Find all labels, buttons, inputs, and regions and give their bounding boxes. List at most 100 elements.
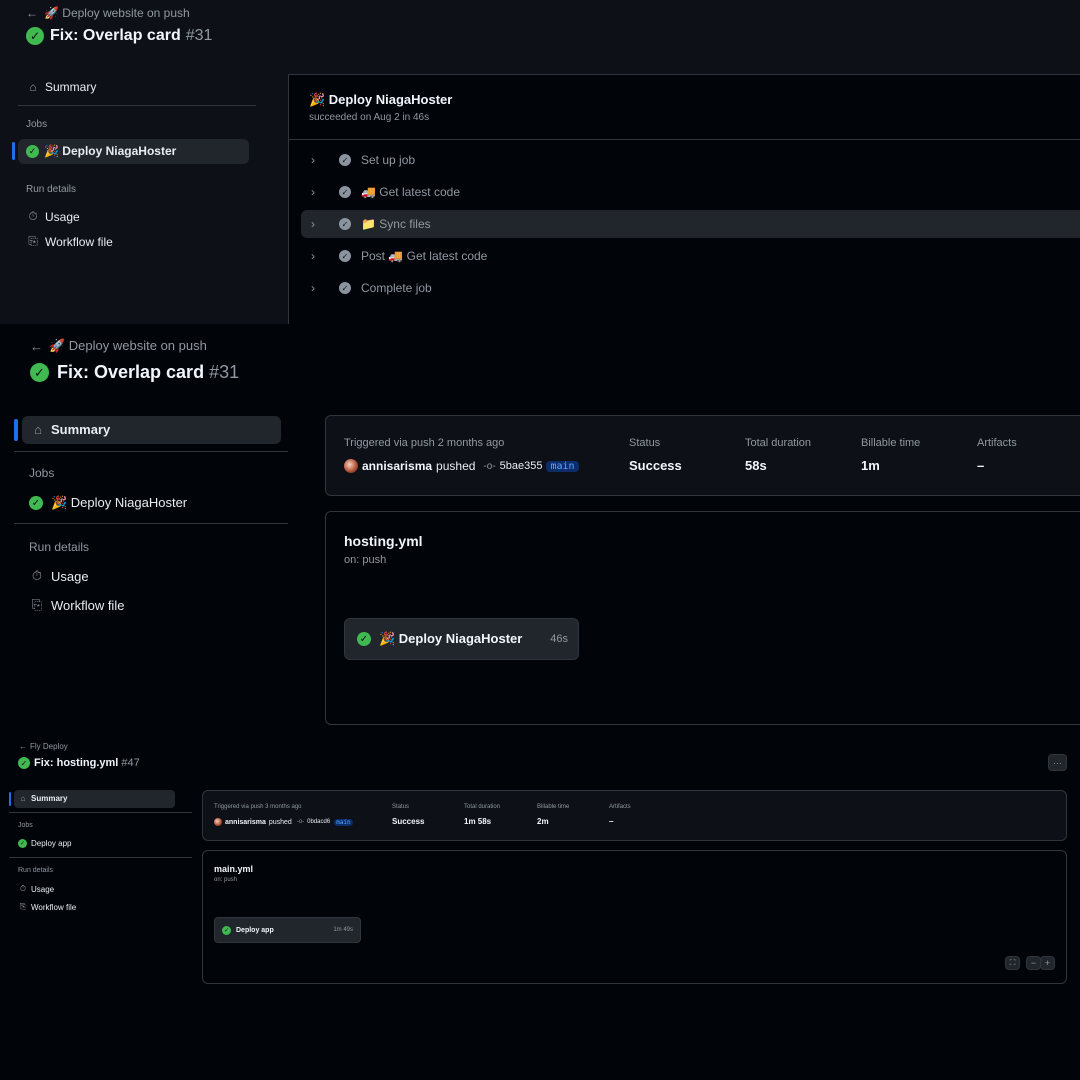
commit-sha[interactable]: 0bdacd6 <box>307 819 330 825</box>
sidebar-item-label: Usage <box>51 568 89 584</box>
sidebar-item-usage[interactable]: ⏱ Usage <box>26 209 80 224</box>
sidebar-item-label: Summary <box>45 80 97 94</box>
success-check-icon: ✓ <box>29 496 43 510</box>
sidebar-item-workflow-file[interactable]: ⎘ Workflow file <box>29 597 125 613</box>
artifacts-label: Artifacts <box>977 437 1017 449</box>
chevron-right-icon: › <box>311 185 315 199</box>
selected-indicator <box>9 792 11 806</box>
fullscreen-icon[interactable]: ⛶ <box>1005 956 1020 970</box>
sidebar-item-label: 🎉 Deploy NiagaHoster <box>44 144 177 158</box>
duration-value: 1m 58s <box>464 817 492 826</box>
sidebar-item-summary[interactable]: ⌂ Summary <box>26 80 96 94</box>
selected-indicator <box>12 142 15 160</box>
workflow-trigger: on: push <box>214 877 238 883</box>
jobs-heading: Jobs <box>29 466 55 480</box>
sidebar-item-job[interactable]: ✓ Deploy app <box>18 839 71 848</box>
chevron-right-icon: › <box>311 249 315 263</box>
success-check-icon: ✓ <box>30 363 49 382</box>
branch-badge[interactable]: main <box>334 818 353 826</box>
workflow-name: Fly Deploy <box>30 742 68 751</box>
success-check-icon: ✓ <box>357 632 371 646</box>
job-node-label: Deploy app <box>236 926 274 934</box>
job-log-panel: ← 🚀 Deploy website on push ✓ Fix: Overla… <box>0 0 1080 324</box>
sidebar-item-summary[interactable]: ⌂ Summary <box>18 794 68 803</box>
sidebar-item-label: Summary <box>51 422 111 437</box>
back-link[interactable]: ← 🚀 Deploy website on push <box>26 6 190 20</box>
more-options-button[interactable]: ··· <box>1048 754 1067 771</box>
success-check-icon: ✓ <box>222 925 231 935</box>
trigger-text: Triggered via push 2 months ago <box>344 437 505 449</box>
stopwatch-icon: ⏱ <box>28 209 38 223</box>
sidebar-item-summary[interactable]: ⌂ Summary <box>30 422 110 437</box>
sidebar-item-label: Usage <box>45 209 80 224</box>
duration-label: Total duration <box>464 804 501 810</box>
run-number: #31 <box>185 27 213 44</box>
username-link[interactable]: annisarisma <box>362 459 432 473</box>
sidebar-item-usage[interactable]: ⏱ Usage <box>18 884 54 894</box>
avatar[interactable] <box>214 818 222 826</box>
log-step[interactable]: › ✓ Set up job <box>311 153 415 167</box>
billable-value: 1m <box>861 458 880 473</box>
arrow-left-icon: ← <box>19 742 27 751</box>
run-details-heading: Run details <box>26 184 77 195</box>
run-details-heading: Run details <box>29 540 90 554</box>
chevron-right-icon: › <box>311 281 315 295</box>
sidebar-item-label: 🎉 Deploy NiagaHoster <box>51 495 188 510</box>
log-step[interactable]: › ✓ Post 🚚 Get latest code <box>311 249 487 263</box>
chevron-right-icon: › <box>311 217 315 231</box>
sidebar-item-label: Workflow file <box>45 234 113 249</box>
workflow-name: 🚀 Deploy website on push <box>44 6 190 20</box>
run-title-text: Fix: Overlap card <box>57 362 205 382</box>
status-label: Status <box>629 437 661 449</box>
success-check-icon: ✓ <box>18 757 30 769</box>
branch-badge[interactable]: main <box>546 460 579 472</box>
log-step[interactable]: › ✓ 🚚 Get latest code <box>311 185 460 199</box>
summary-card: Triggered via push 2 months ago annisari… <box>325 415 1080 496</box>
check-icon: ✓ <box>339 218 351 230</box>
file-code-icon: ⎘ <box>19 902 27 911</box>
billable-label: Billable time <box>537 804 570 810</box>
push-info: annisarisma pushed -o- 5bae355 main <box>344 459 579 473</box>
zoom-in-button[interactable]: + <box>1040 956 1055 970</box>
success-check-icon: ✓ <box>18 839 27 848</box>
run-summary-panel-small: ← Fly Deploy ✓ Fix: hosting.yml #47 ··· … <box>0 736 1080 1080</box>
divider <box>9 812 192 813</box>
sidebar-item-workflow-file[interactable]: ⎘ Workflow file <box>26 234 113 249</box>
sidebar-item-label: Workflow file <box>31 902 77 912</box>
trigger-text: Triggered via push 3 months ago <box>214 804 302 810</box>
job-node-label: 🎉 Deploy NiagaHoster <box>379 631 523 646</box>
status-label: Status <box>392 804 410 810</box>
step-label: Set up job <box>361 153 416 167</box>
commit-icon: -o- <box>296 819 305 825</box>
check-icon: ✓ <box>339 282 351 294</box>
artifacts-value: – <box>609 817 614 826</box>
run-details-heading: Run details <box>18 867 54 874</box>
sidebar-item-usage[interactable]: ⏱ Usage <box>29 568 89 584</box>
log-step[interactable]: › ✓ Complete job <box>311 281 432 295</box>
push-info: annisarisma pushed -o- 0bdacd6 main <box>214 818 353 826</box>
pushed-text: pushed <box>268 818 292 826</box>
arrow-left-icon: ← <box>26 6 38 20</box>
success-check-icon: ✓ <box>26 27 44 45</box>
job-node[interactable]: ✓ Deploy app 1m 49s <box>214 917 361 943</box>
log-step[interactable]: › ✓ 📁 Sync files <box>311 217 431 231</box>
commit-sha[interactable]: 5bae355 <box>500 460 543 472</box>
sidebar-item-job[interactable]: ✓ 🎉 Deploy NiagaHoster <box>26 144 176 158</box>
check-icon: ✓ <box>339 186 351 198</box>
job-title: 🎉 Deploy NiagaHoster <box>309 92 453 107</box>
job-node[interactable]: ✓ 🎉 Deploy NiagaHoster 46s <box>344 618 579 660</box>
back-link[interactable]: ← Fly Deploy <box>19 742 68 751</box>
back-link[interactable]: ← 🚀 Deploy website on push <box>30 338 207 354</box>
username-link[interactable]: annisarisma <box>225 819 266 826</box>
home-icon: ⌂ <box>29 80 37 94</box>
sidebar-item-workflow-file[interactable]: ⎘ Workflow file <box>18 902 76 912</box>
zoom-out-button[interactable]: − <box>1026 956 1041 970</box>
run-summary-panel: ← 🚀 Deploy website on push ✓ Fix: Overla… <box>0 324 1080 736</box>
check-icon: ✓ <box>339 154 351 166</box>
avatar[interactable] <box>344 459 358 473</box>
workflow-trigger: on: push <box>344 554 387 566</box>
duration-label: Total duration <box>745 437 812 449</box>
run-title: ✓ Fix: Overlap card #31 <box>30 362 239 383</box>
sidebar-item-job[interactable]: ✓ 🎉 Deploy NiagaHoster <box>29 495 187 511</box>
workflow-file-name: hosting.yml <box>344 533 423 549</box>
